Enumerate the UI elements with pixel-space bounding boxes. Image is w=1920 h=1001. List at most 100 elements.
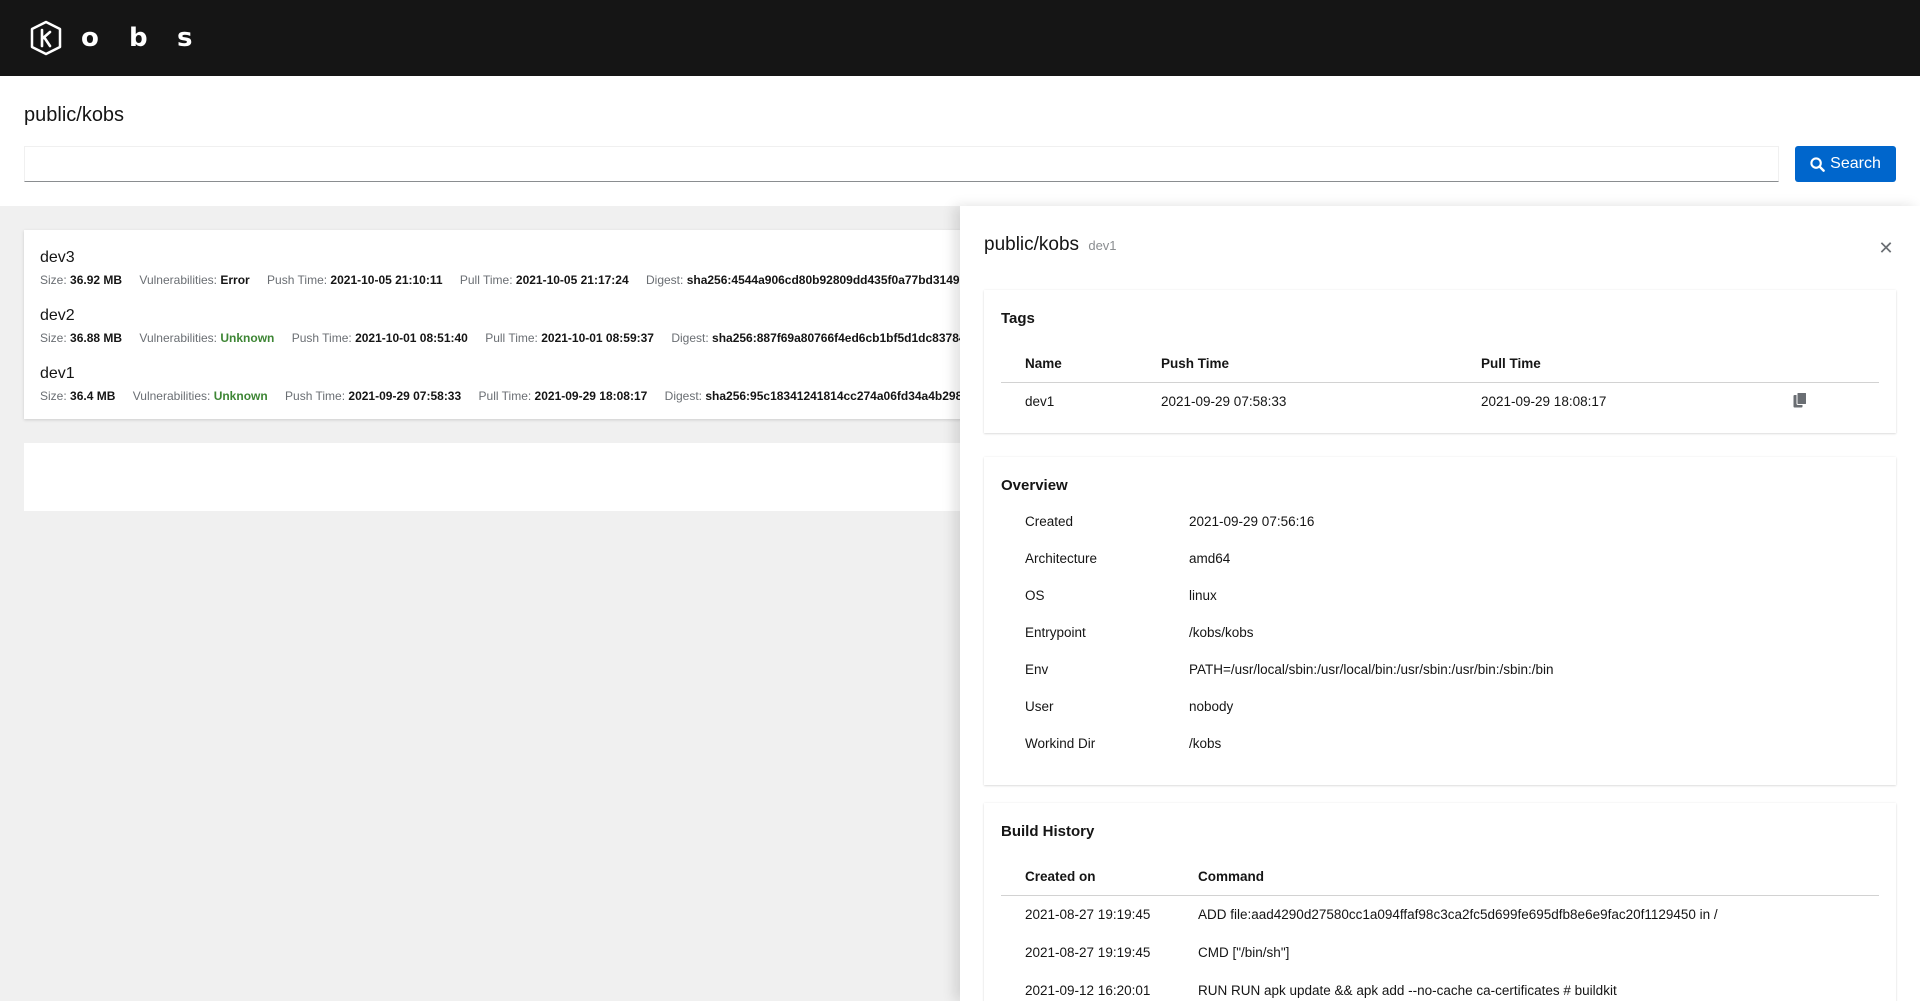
list-item[interactable]: dev1 Size: 36.4 MB Vulnerabilities: Unkn… (40, 365, 964, 405)
overview-row: Workind Dir/kobs (1025, 736, 1221, 751)
table-row: 2021-09-12 16:20:01 RUN RUN apk update &… (1001, 971, 1879, 1001)
meta-label: Size: (40, 331, 67, 345)
meta-label: Vulnerabilities: (139, 273, 218, 287)
tag-cell-push-time: 2021-09-29 07:58:33 (1161, 393, 1287, 409)
table-header-row: Name Push Time Pull Time (1001, 346, 1879, 383)
overview-row: OS linux (1025, 588, 1217, 603)
tag-size: 36.92 MB (70, 273, 123, 287)
brand-letter: o (81, 23, 99, 53)
history-created: 2021-09-12 16:20:01 (1025, 982, 1151, 998)
overview-key: Env (1025, 662, 1049, 677)
brand-logo[interactable]: o b s (29, 20, 225, 56)
overview-value: 2021-09-29 07:56:16 (1189, 514, 1315, 529)
meta-label: Pull Time: (478, 389, 532, 403)
column-header: Name (1001, 346, 1137, 383)
drawer-subtitle: dev1 (1088, 238, 1117, 253)
list-item[interactable]: dev2 Size: 36.88 MB Vulnerabilities: Unk… (40, 307, 964, 347)
overview-row: Env PATH=/usr/local/sbin:/usr/local/bin:/… (1025, 662, 1554, 677)
meta-label: Push Time: (267, 273, 328, 287)
overview-row: Entrypoint/kobs/kobs (1025, 625, 1254, 640)
drawer-title-text: public/kobs (984, 234, 1080, 255)
card-title: Build History (1001, 823, 1095, 840)
brand-letters: o b s (81, 23, 225, 53)
close-button[interactable]: ✕ (1874, 236, 1898, 260)
drawer-title: public/kobs dev1 (984, 234, 1117, 256)
tag-digest: sha256:887f69a80766f4ed6cb1bf5d1dc83784 (712, 331, 964, 345)
page-header: public/kobs Search (0, 76, 1920, 206)
empty-card (24, 443, 964, 511)
table-row: 2021-08-27 19:19:45 ADD file:aad4290d275… (1001, 895, 1879, 933)
tags-card: Tags Name Push Time Pull Time dev1 2021-… (984, 290, 1896, 433)
tag-pull-time: 2021-10-01 08:59:37 (541, 331, 654, 345)
tag-name: dev2 (40, 307, 75, 324)
meta-label: Digest: (646, 273, 684, 287)
meta-label: Digest: (664, 389, 703, 403)
card-title: Overview (1001, 477, 1068, 494)
tag-cell-name: dev1 (1025, 393, 1055, 409)
meta-label: Pull Time: (485, 331, 538, 345)
column-header: Command (1174, 859, 1879, 896)
search-button[interactable]: Search (1795, 146, 1896, 182)
tag-meta: Size: 36.4 MB Vulnerabilities: Unknown P… (40, 389, 964, 403)
column-header: Created on (1001, 859, 1174, 896)
overview-key: Architecture (1025, 551, 1098, 566)
history-created: 2021-08-27 19:19:45 (1025, 944, 1151, 960)
tag-size: 36.88 MB (70, 331, 123, 345)
meta-label: Push Time: (291, 331, 352, 345)
card-title: Tags (1001, 310, 1035, 327)
overview-row: User nobody (1025, 699, 1233, 714)
meta-label: Pull Time: (459, 273, 513, 287)
overview-key: OS (1025, 588, 1045, 603)
tag-pull-time: 2021-09-29 18:08:17 (534, 389, 648, 403)
overview-value: PATH=/usr/local/sbin:/usr/local/bin:/usr… (1189, 662, 1554, 677)
overview-value: linux (1189, 588, 1217, 603)
history-command: ADD file:aad4290d27580cc1a094ffaf98c3ca2… (1198, 906, 1718, 922)
overview-key: Entrypoint (1025, 625, 1086, 640)
tag-digest: sha256:4544a906cd80b92809dd435f0a77bd314… (686, 273, 964, 287)
tag-size: 36.4 MB (70, 389, 116, 403)
copy-icon[interactable] (1793, 391, 1807, 411)
overview-card: Overview Created 2021-09-29 07:56:16 Arch… (984, 457, 1896, 785)
tag-cell-pull-time: 2021-09-29 18:08:17 (1481, 393, 1607, 409)
kubernetes-logo-icon (30, 20, 62, 56)
column-header: Pull Time (1457, 346, 1769, 383)
meta-label: Digest: (671, 331, 709, 345)
overview-key: Workind Dir (1025, 736, 1096, 751)
overview-row: Architecture amd64 (1025, 551, 1230, 566)
tag-meta: Size: 36.88 MB Vulnerabilities: Unknown … (40, 331, 964, 345)
overview-value: nobody (1189, 699, 1234, 714)
tag-cell-actions (1769, 382, 1879, 420)
page-title: public/kobs (24, 104, 125, 126)
tag-vulnerabilities: Unknown (213, 389, 268, 403)
masthead: o b s (0, 0, 1920, 76)
tag-name: dev3 (40, 249, 75, 266)
table-row[interactable]: dev1 2021-09-29 07:58:33 2021-09-29 18:0… (1001, 382, 1879, 420)
search-input[interactable] (24, 146, 1779, 182)
overview-row: Created 2021-09-29 07:56:16 (1025, 514, 1314, 529)
history-created: 2021-08-27 19:19:45 (1025, 906, 1151, 922)
overview-value: /kobs (1189, 736, 1222, 751)
history-command: RUN RUN apk update && apk add --no-cache… (1198, 982, 1617, 998)
column-header (1769, 346, 1879, 383)
times-icon: ✕ (1878, 237, 1894, 259)
tag-push-time: 2021-10-01 08:51:40 (355, 331, 468, 345)
build-history-table: Created on Command 2021-08-27 19:19:45 A… (1001, 859, 1879, 1001)
tag-vulnerabilities: Error (220, 273, 250, 287)
overview-value: amd64 (1189, 551, 1231, 566)
meta-label: Size: (40, 273, 67, 287)
table-header-row: Created on Command (1001, 859, 1879, 896)
tag-pull-time: 2021-10-05 21:17:24 (515, 273, 629, 287)
tag-name: dev1 (40, 365, 75, 382)
overview-value: /kobs/kobs (1189, 625, 1254, 640)
build-history-card: Build History Created on Command 2021-08… (984, 803, 1896, 1001)
overview-key: User (1025, 699, 1054, 714)
list-item[interactable]: dev3 Size: 36.92 MB Vulnerabilities: Err… (40, 249, 964, 289)
tag-push-time: 2021-10-05 21:10:11 (330, 273, 443, 287)
history-command: CMD ["/bin/sh"] (1198, 944, 1290, 960)
tag-digest: sha256:95c18341241814cc274a06fd34a4b298 (705, 389, 963, 403)
meta-label: Vulnerabilities: (139, 331, 218, 345)
brand-letter: b (129, 23, 148, 53)
meta-label: Size: (40, 389, 67, 403)
search-button-label: Search (1830, 155, 1881, 172)
tags-table: Name Push Time Pull Time dev1 2021-09-29… (1001, 346, 1879, 420)
